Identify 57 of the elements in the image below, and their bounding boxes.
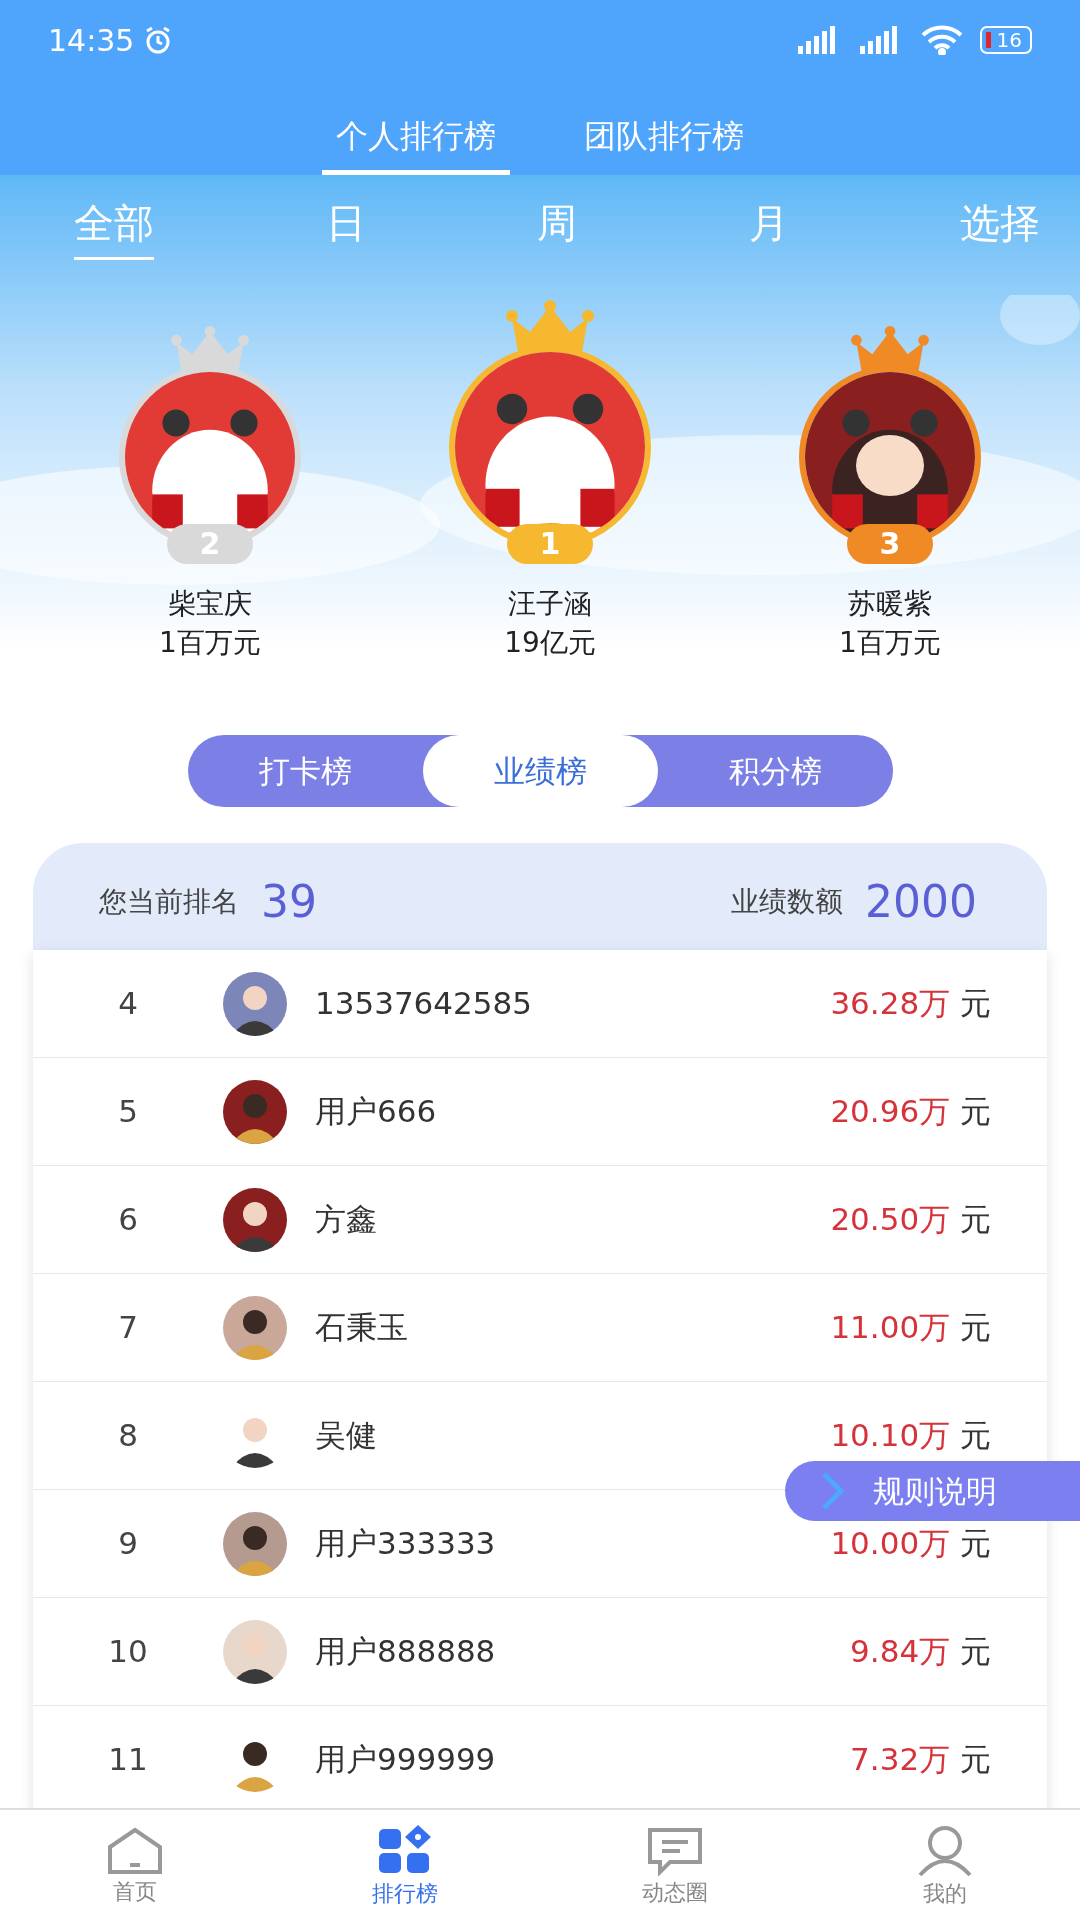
rank-text: 9: [117, 1524, 139, 1564]
tab[interactable]: 打卡榜: [187, 735, 423, 807]
amount-text: 20.96万 元: [830, 1092, 991, 1132]
nav-tab[interactable]: 首页: [35, 1822, 235, 1908]
rank-text: 8: [117, 1416, 139, 1456]
wifi-icon: [919, 25, 964, 55]
message-icon: [646, 1825, 704, 1876]
tab[interactable]: 团队排行榜: [570, 102, 758, 175]
tab[interactable]: 周: [537, 189, 577, 260]
name-text: 柴宝庆: [168, 586, 252, 622]
label-text: 业绩数额: [731, 883, 843, 920]
status-time: 14:35: [48, 21, 135, 60]
amount-text: 11.00万 元: [830, 1308, 991, 1348]
value-text: 2000: [865, 874, 977, 929]
amount-text: 19亿元: [504, 625, 596, 662]
name-text: 用户888888: [315, 1632, 497, 1672]
name-text: 苏暖紫: [848, 586, 932, 622]
amount-text: 10.00万 元: [830, 1524, 991, 1564]
label-text: 您当前排名: [99, 883, 239, 920]
amount-text: 10.10万 元: [830, 1416, 991, 1456]
name-text: 用户666: [315, 1092, 438, 1132]
rank-text: 4: [117, 984, 139, 1024]
name-text: 13537642585: [315, 984, 533, 1024]
tab[interactable]: 全部: [74, 189, 154, 260]
tab[interactable]: 月: [748, 189, 789, 260]
tab[interactable]: 日: [325, 189, 366, 260]
rank-text: 11: [107, 1740, 149, 1780]
tab[interactable]: 选择: [960, 189, 1040, 260]
rank-text: 5: [117, 1092, 139, 1132]
rank-badge: 1: [507, 524, 593, 564]
amount-text: 7.32万 元: [850, 1740, 991, 1780]
person-icon: [916, 1824, 974, 1877]
amount-text: 36.28万 元: [830, 984, 991, 1024]
amount-text: 9.84万 元: [850, 1632, 991, 1672]
amount-text: 1百万元: [839, 625, 941, 662]
name-text: 用户333333: [315, 1524, 497, 1564]
nav-tab[interactable]: 动态圈: [575, 1821, 775, 1909]
chevron-right-icon: [821, 1471, 845, 1511]
amount-text: 20.50万 元: [830, 1200, 991, 1240]
name-text: 用户999999: [315, 1740, 497, 1780]
home-icon: [106, 1826, 164, 1875]
name-text: 石秉玉: [315, 1308, 409, 1348]
nav-tab[interactable]: 我的: [845, 1820, 1045, 1910]
rank-text: 10: [107, 1632, 149, 1672]
amount-text: 1百万元: [159, 625, 261, 662]
value-text: 39: [261, 874, 317, 929]
tab[interactable]: 业绩榜: [422, 735, 658, 807]
rank-text: 7: [117, 1308, 139, 1348]
name-text: 吴健: [315, 1416, 378, 1456]
rank-text: 6: [117, 1200, 139, 1240]
battery-indicator: 16: [979, 26, 1032, 54]
name-text: 汪子涵: [508, 586, 592, 622]
rules-button[interactable]: 规则说明: [785, 1461, 1080, 1521]
name-text: 方鑫: [315, 1200, 378, 1240]
rank-badge: 3: [847, 524, 933, 564]
nav-tab[interactable]: 排行榜: [305, 1820, 505, 1910]
tab[interactable]: 积分榜: [657, 735, 893, 807]
